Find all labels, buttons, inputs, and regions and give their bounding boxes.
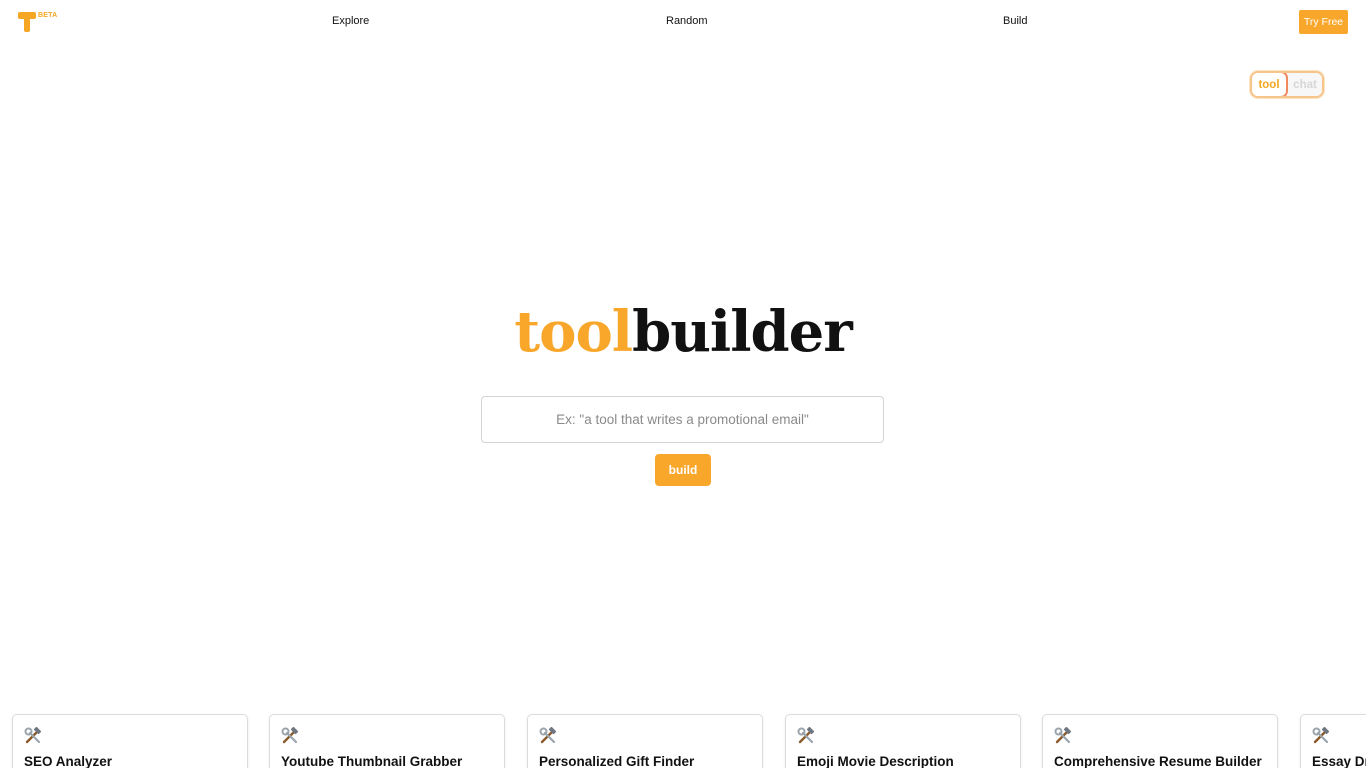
nav-build[interactable]: Build — [1003, 15, 1027, 27]
hammer-and-wrench-icon — [281, 727, 299, 744]
hero-title-builder: builder — [632, 299, 853, 365]
try-free-button[interactable]: Try Free — [1299, 10, 1348, 34]
tool-card[interactable]: Personalized Gift Finder — [527, 714, 763, 768]
hammer-and-wrench-icon — [1312, 727, 1330, 744]
tool-card[interactable]: Essay Dr — [1300, 714, 1366, 768]
tool-card-title: Essay Dr — [1312, 754, 1366, 768]
hammer-and-wrench-icon — [797, 727, 815, 744]
tool-card-title: SEO Analyzer — [24, 754, 113, 768]
hammer-and-wrench-icon — [1054, 727, 1072, 744]
tool-card[interactable]: Comprehensive Resume Builder — [1042, 714, 1278, 768]
nav-explore[interactable]: Explore — [332, 15, 369, 27]
beta-badge: BETA — [38, 12, 58, 19]
tool-card-title: Personalized Gift Finder — [539, 754, 695, 768]
logo-icon — [18, 12, 36, 32]
tool-card-title: Youtube Thumbnail Grabber — [281, 754, 463, 768]
mode-tool-button[interactable]: tool — [1252, 73, 1288, 96]
tool-card-title: Comprehensive Resume Builder — [1054, 754, 1262, 768]
logo[interactable]: BETA — [17, 11, 61, 35]
mode-toggle: tool chat — [1250, 71, 1324, 98]
hero-title: toolbuilder — [0, 296, 1366, 368]
build-button[interactable]: build — [655, 454, 711, 486]
hammer-and-wrench-icon — [24, 727, 42, 744]
nav-random[interactable]: Random — [666, 15, 708, 27]
mode-chat-button[interactable]: chat — [1288, 73, 1322, 96]
tool-card[interactable]: SEO Analyzer — [12, 714, 248, 768]
tool-card-title: Emoji Movie Description — [797, 754, 954, 768]
tool-card[interactable]: Emoji Movie Description — [785, 714, 1021, 768]
tool-description-input[interactable] — [481, 396, 884, 443]
hammer-and-wrench-icon — [539, 727, 557, 744]
tool-card[interactable]: Youtube Thumbnail Grabber — [269, 714, 505, 768]
hero-title-tool: tool — [514, 299, 633, 365]
